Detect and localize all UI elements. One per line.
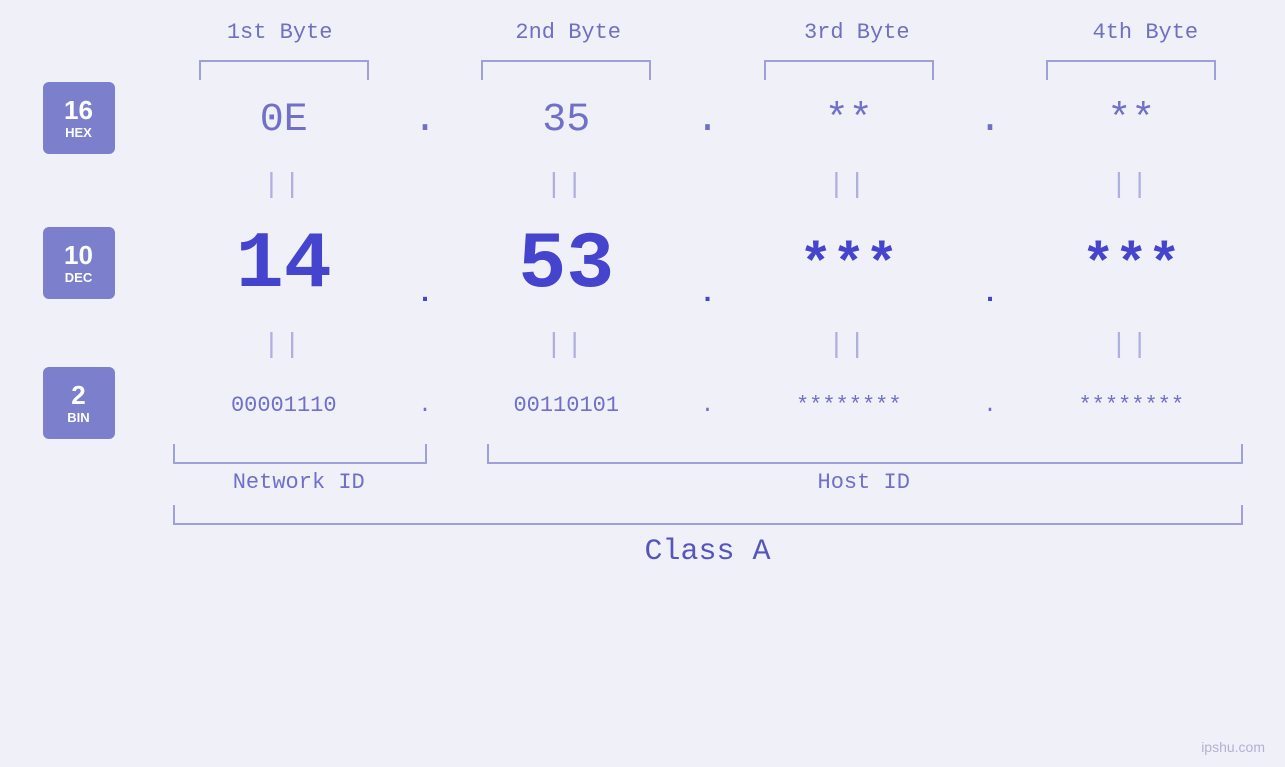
bin-badge-num: 2 (71, 381, 85, 410)
dot-sep-1: . (395, 98, 455, 143)
network-id-label: Network ID (173, 470, 426, 495)
hex-value-3: ** (738, 98, 961, 143)
hex-badge-label: HEX (65, 125, 92, 140)
equals-5: || (173, 330, 396, 361)
dec-dot-1: . (395, 210, 455, 320)
bin-value-3: ******** (738, 393, 961, 418)
dec-badge-label: DEC (65, 270, 92, 285)
bin-value-4: ******** (1020, 393, 1243, 418)
dec-badge-num: 10 (64, 241, 93, 270)
header-byte3: 3rd Byte (757, 20, 957, 45)
outer-bracket (173, 505, 1243, 525)
equals-4: || (1020, 170, 1243, 201)
host-id-label: Host ID (485, 470, 1243, 495)
equals-2: || (455, 170, 678, 201)
hex-value-1: 0E (173, 98, 396, 143)
header-byte4: 4th Byte (1045, 20, 1245, 45)
dec-value-2: 53 (455, 220, 678, 311)
equals-6: || (455, 330, 678, 361)
dec-value-3: *** (738, 234, 961, 297)
hex-value-4: ** (1020, 98, 1243, 143)
class-label: Class A (644, 535, 770, 569)
dec-dot-3: . (960, 210, 1020, 320)
bin-dot-3: . (960, 393, 1020, 418)
bottom-bracket-network (173, 444, 428, 464)
header-byte1: 1st Byte (180, 20, 380, 45)
top-bracket-byte4 (1046, 60, 1216, 80)
dot-sep-2: . (678, 98, 738, 143)
dec-dot-2: . (678, 210, 738, 320)
hex-badge: 16 HEX (43, 82, 115, 154)
header-byte2: 2nd Byte (468, 20, 668, 45)
dot-sep-3: . (960, 98, 1020, 143)
bin-value-1: 00001110 (173, 393, 396, 418)
bottom-bracket-host (487, 444, 1243, 464)
equals-7: || (738, 330, 961, 361)
watermark: ipshu.com (1201, 739, 1265, 755)
top-bracket-byte2 (481, 60, 651, 80)
hex-value-2: 35 (455, 98, 678, 143)
bin-dot-2: . (678, 393, 738, 418)
equals-8: || (1020, 330, 1243, 361)
top-bracket-byte3 (764, 60, 934, 80)
equals-1: || (173, 170, 396, 201)
bin-badge-label: BIN (67, 410, 89, 425)
bin-badge: 2 BIN (43, 367, 115, 439)
dec-badge: 10 DEC (43, 227, 115, 299)
dec-value-1: 14 (173, 220, 396, 311)
dec-value-4: *** (1020, 234, 1243, 297)
top-bracket-byte1 (199, 60, 369, 80)
equals-3: || (738, 170, 961, 201)
bin-value-2: 00110101 (455, 393, 678, 418)
bin-dot-1: . (395, 393, 455, 418)
hex-badge-num: 16 (64, 96, 93, 125)
